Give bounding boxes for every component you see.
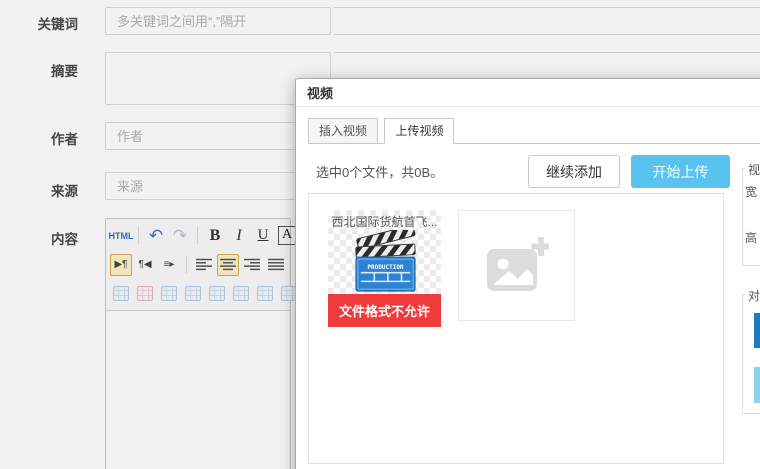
- start-upload-button[interactable]: 开始上传: [631, 155, 730, 188]
- bold-button[interactable]: B: [204, 225, 226, 247]
- keyword-label: 关键词: [0, 13, 78, 33]
- underline-icon: U: [258, 227, 269, 244]
- toolbar-row-3: [110, 279, 286, 308]
- table-rows-icon: [257, 286, 273, 301]
- toolbar-separator: [186, 256, 187, 273]
- toolbar-separator: [138, 227, 139, 244]
- align-justify-button[interactable]: [265, 254, 287, 276]
- video-size-legend: 视: [745, 161, 760, 178]
- right-panel-row: [334, 35, 760, 53]
- rich-text-editor: HTML ↶ ↷ B I U A ▶¶ ¶◀ ≡▸: [105, 218, 291, 469]
- table-rows-button[interactable]: [254, 283, 276, 305]
- align-left-icon: [196, 258, 212, 271]
- table-insert-icon: [233, 286, 249, 301]
- right-panel-cutoff: [334, 7, 760, 78]
- right-panel-row: [334, 8, 760, 35]
- hanging-indent-button[interactable]: ¶◀: [134, 254, 156, 276]
- table-insert-button[interactable]: [230, 283, 252, 305]
- html-source-button[interactable]: HTML: [110, 225, 132, 247]
- undo-button[interactable]: ↶: [145, 225, 167, 247]
- font-color-icon: A: [278, 226, 296, 245]
- video-size-group: 视 宽 高: [742, 168, 760, 266]
- table-insert-col-icon: [113, 286, 129, 301]
- table-cell-button[interactable]: [158, 283, 180, 305]
- italic-button[interactable]: I: [228, 225, 250, 247]
- toolbar-row-1: HTML ↶ ↷ B I U A: [110, 221, 286, 250]
- redo-button[interactable]: ↷: [169, 225, 191, 247]
- align-option-light[interactable]: [754, 367, 760, 403]
- align-center-icon: [220, 258, 236, 271]
- align-center-button[interactable]: [217, 254, 239, 276]
- first-line-indent-button[interactable]: ▶¶: [110, 254, 132, 276]
- toolbar-separator: [197, 227, 198, 244]
- table-delete-col-icon: [137, 286, 153, 301]
- align-option-dark[interactable]: [754, 313, 760, 348]
- width-label: 宽: [745, 183, 757, 200]
- editor-toolbar: HTML ↶ ↷ B I U A ▶¶ ¶◀ ≡▸: [106, 219, 290, 311]
- dialog-title: 视频: [307, 83, 333, 102]
- table-insert-row-after-button[interactable]: [182, 283, 204, 305]
- first-line-indent-icon: ▶¶: [114, 259, 127, 270]
- align-right-icon: [244, 258, 260, 271]
- html-source-icon: HTML: [109, 231, 134, 241]
- editor-content-area[interactable]: [106, 311, 290, 469]
- height-label: 高: [745, 229, 757, 246]
- dialog-header: 视频: [296, 79, 760, 107]
- align-group: 对: [742, 294, 760, 414]
- tab-insert-video[interactable]: 插入视频: [308, 118, 378, 144]
- align-left-button[interactable]: [193, 254, 215, 276]
- summary-label: 摘要: [0, 60, 78, 80]
- source-label: 来源: [0, 180, 78, 200]
- undo-icon: ↶: [149, 227, 163, 244]
- file-error-badge: 文件格式不允许: [328, 294, 441, 327]
- clapper-production-label: PRODUCTION: [367, 264, 404, 271]
- file-name: 西北国际货航首飞...: [328, 213, 441, 230]
- add-more-files-button[interactable]: 继续添加: [528, 155, 620, 188]
- upload-queue-list: 西北国际货航首飞... PRODUCTION 文件格式不允许: [308, 193, 724, 464]
- video-dialog: 视频 插入视频 上传视频 选中0个文件，共0B。 继续添加 开始上传 西北国际货…: [295, 78, 760, 469]
- indent-icon: ≡▸: [164, 259, 175, 270]
- queued-file-item[interactable]: 西北国际货航首飞... PRODUCTION 文件格式不允许: [328, 210, 441, 327]
- table-delete-col-button[interactable]: [134, 283, 156, 305]
- hanging-indent-icon: ¶◀: [138, 259, 151, 270]
- cms-editor-screen: 关键词 摘要 作者 来源 内容 HTML ↶ ↷ B I U A ▶¶: [0, 0, 760, 469]
- table-insert-row-after-icon: [185, 286, 201, 301]
- toolbar-row-2: ▶¶ ¶◀ ≡▸: [110, 250, 286, 279]
- video-clapperboard-icon: PRODUCTION: [351, 230, 419, 294]
- table-insert-row-before-button[interactable]: [206, 283, 228, 305]
- align-right-button[interactable]: [241, 254, 263, 276]
- keyword-input[interactable]: [105, 7, 331, 35]
- author-label: 作者: [0, 128, 78, 148]
- add-image-icon: [485, 237, 549, 295]
- table-insert-col-button[interactable]: [110, 283, 132, 305]
- indent-button[interactable]: ≡▸: [158, 254, 180, 276]
- table-insert-row-before-icon: [209, 286, 225, 301]
- content-label: 内容: [0, 228, 78, 248]
- redo-icon: ↷: [173, 227, 187, 244]
- italic-icon: I: [236, 227, 241, 245]
- dialog-tabstrip: 插入视频 上传视频: [308, 118, 760, 144]
- add-file-tile[interactable]: [458, 210, 575, 321]
- bold-icon: B: [210, 227, 221, 245]
- upload-status-text: 选中0个文件，共0B。: [316, 162, 443, 181]
- table-cell-icon: [161, 286, 177, 301]
- align-legend: 对: [745, 287, 760, 304]
- tab-upload-video[interactable]: 上传视频: [384, 118, 454, 144]
- align-justify-icon: [268, 258, 284, 271]
- underline-button[interactable]: U: [252, 225, 274, 247]
